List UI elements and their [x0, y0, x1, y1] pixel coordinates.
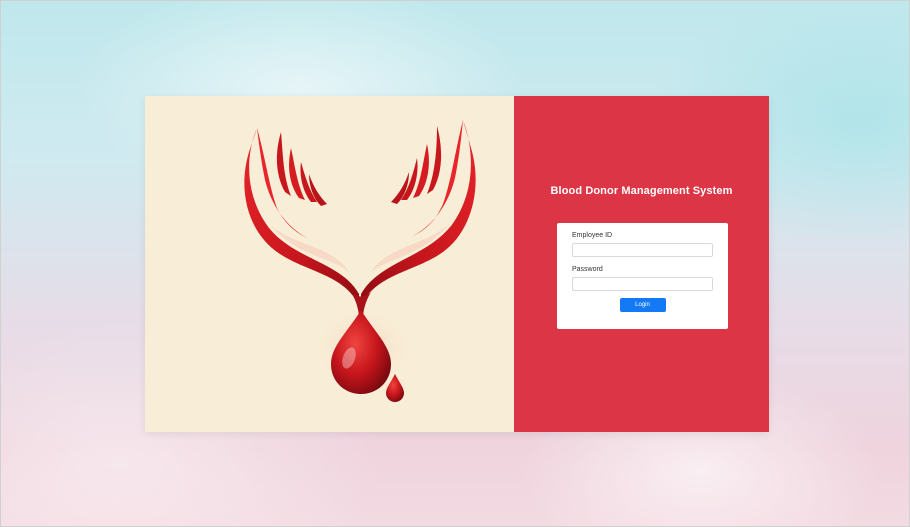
- left-hand-shape: [244, 128, 359, 306]
- employee-id-input[interactable]: [572, 243, 713, 257]
- login-button[interactable]: Login: [619, 298, 666, 312]
- login-panel: Blood Donor Management System Employee I…: [514, 96, 769, 432]
- employee-id-label: Employee ID: [572, 232, 613, 239]
- page-title: Blood Donor Management System: [550, 185, 733, 197]
- login-card: Blood Donor Management System Employee I…: [145, 96, 769, 432]
- right-hand-shape: [361, 120, 476, 306]
- blood-donation-logo-icon: [244, 120, 476, 402]
- logo-panel: [145, 96, 514, 432]
- password-input[interactable]: [572, 277, 713, 291]
- password-label: Password: [572, 266, 603, 273]
- login-form: Employee ID Password Login: [557, 223, 728, 329]
